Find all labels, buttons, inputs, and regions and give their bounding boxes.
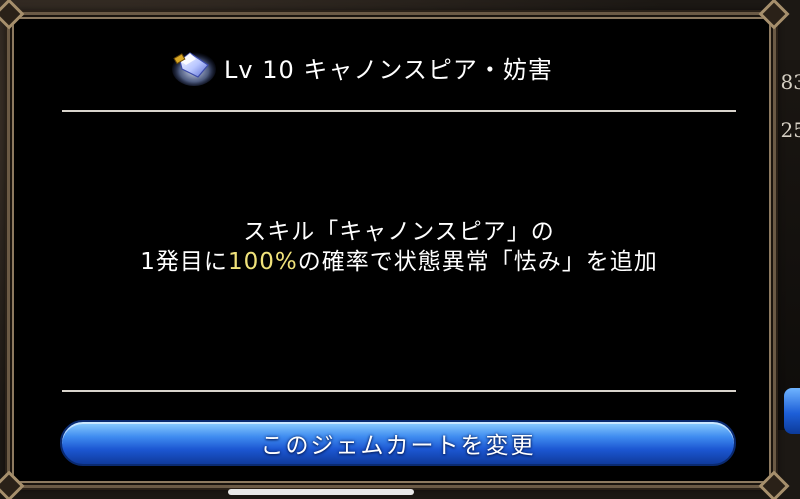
game-screen: 83 25 Lv 10 キャノンスピア・妨害 スキル「キャノンスピア」の 1発目… xyxy=(0,0,800,499)
dialog-header: Lv 10 キャノンスピア・妨害 xyxy=(170,47,553,87)
change-gem-button[interactable]: このジェムカートを変更 xyxy=(60,420,736,466)
description-line-2: 1発目に100%の確率で状態異常「怯み」を追加 xyxy=(62,247,736,277)
frame-corner xyxy=(758,470,790,499)
description-text: 1発目に xyxy=(140,249,228,275)
description-text: の確率で状態異常「怯み」を追加 xyxy=(297,249,658,275)
background-value: 25 xyxy=(780,118,800,142)
frame-corner xyxy=(0,0,25,30)
frame-corner xyxy=(758,0,790,30)
divider xyxy=(62,110,736,112)
background-value: 83 xyxy=(780,70,800,94)
background-button xyxy=(784,388,800,434)
probability-value: 100% xyxy=(227,249,298,275)
divider xyxy=(62,390,736,392)
frame-corner xyxy=(0,470,25,499)
gem-icon xyxy=(172,52,216,86)
skill-title: Lv 10 キャノンスピア・妨害 xyxy=(224,55,553,84)
description-line-1: スキル「キャノンスピア」の xyxy=(243,219,555,245)
home-indicator[interactable] xyxy=(228,489,414,495)
skill-description: スキル「キャノンスピア」の 1発目に100%の確率で状態異常「怯み」を追加 xyxy=(62,217,736,277)
change-gem-button-label: このジェムカートを変更 xyxy=(260,433,536,459)
gem-detail-dialog: Lv 10 キャノンスピア・妨害 スキル「キャノンスピア」の 1発目に100%の… xyxy=(0,0,790,499)
